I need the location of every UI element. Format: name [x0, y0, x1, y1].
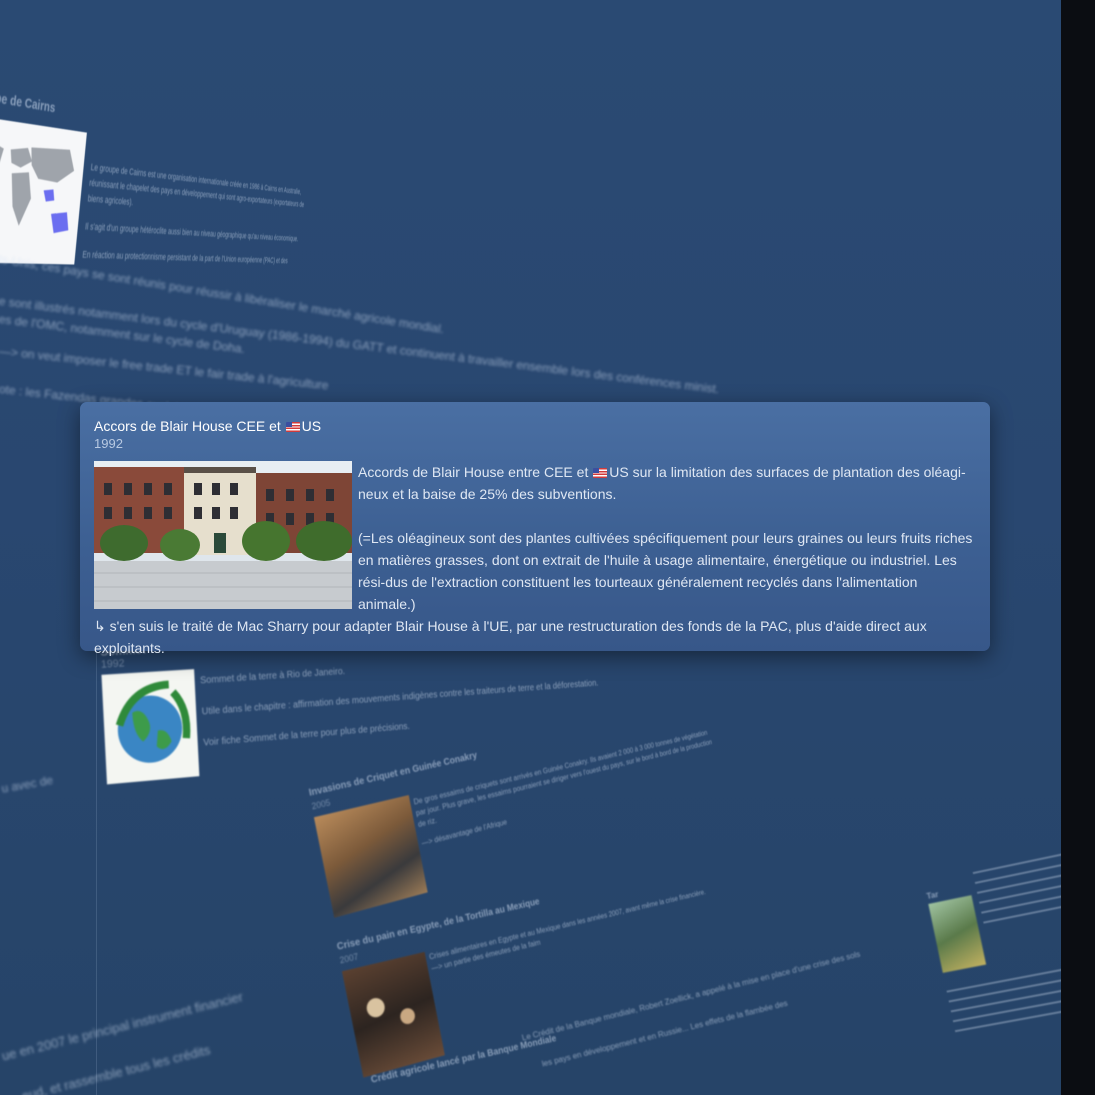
event-title: Tar	[925, 889, 940, 902]
paragraph-text: Accords de Blair House entre CEE et	[358, 464, 593, 480]
rio-summit-logo	[101, 669, 200, 785]
world-map-icon	[0, 134, 77, 234]
event-card-blair-house[interactable]: Accors de Blair House CEE et US 1992 Acc…	[80, 402, 990, 656]
event-text-line: En réaction au protectionnisme persistan…	[81, 249, 289, 266]
event-title: upe de Cairns	[0, 88, 56, 116]
us-flag-icon	[285, 422, 300, 432]
event-year: 2007	[338, 951, 360, 966]
event-text-lines	[971, 843, 1061, 932]
event-title: Accors de Blair House CEE et US	[94, 417, 976, 435]
event-year: 2005	[310, 797, 332, 812]
window-edge-panel	[1061, 0, 1095, 1095]
crowd-photo	[341, 951, 445, 1078]
event-paragraph: ↳ s'en suis le traité de Mac Sharry pour…	[94, 618, 927, 656]
event-title-text: US	[301, 418, 322, 434]
event-text-line: biens agricoles).	[87, 193, 134, 208]
event-description: Accords de Blair House entre CEE et US s…	[94, 461, 976, 659]
event-text-line: Il s'agit d'un groupe hétéroclite aussi …	[84, 221, 299, 244]
timeline-canvas[interactable]: upe de Cairns 6 Le groupe de Cairns est …	[0, 0, 1061, 1095]
event-text-line: Sommet de la terre à Rio de Janeiro.	[199, 666, 346, 687]
event-text-line: de riz.	[417, 815, 438, 829]
event-card-far-right[interactable]: Tar	[918, 823, 1061, 1082]
locust-street-photo	[313, 795, 428, 918]
event-year: 1992	[94, 436, 123, 451]
world-map-image	[0, 110, 87, 265]
event-text-line: Voir fiche Sommet de la terre pour plus …	[203, 721, 411, 749]
us-flag-icon	[593, 468, 608, 478]
event-text-line: u avec de	[0, 772, 55, 796]
building-photo-icon	[94, 461, 352, 609]
blair-house-photo	[94, 461, 352, 609]
globe-logo-icon	[101, 669, 199, 766]
steps-photo	[928, 895, 987, 973]
event-year: 1992	[100, 657, 125, 671]
event-title-text: Accors de Blair House CEE et	[94, 418, 285, 434]
